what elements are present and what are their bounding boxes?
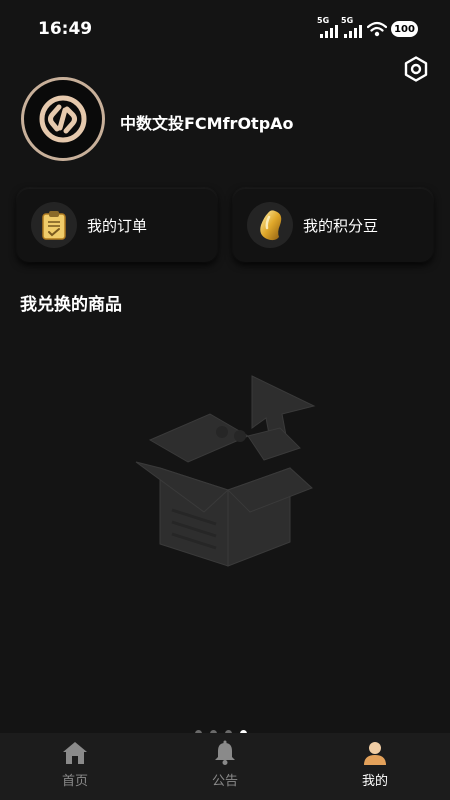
battery-indicator: 100 [391, 21, 418, 37]
status-bar: 16:49 5G 5G 100 [0, 0, 450, 58]
signal-label-2: 5G [341, 16, 354, 25]
nav-item-home[interactable]: 首页 [0, 733, 150, 800]
settings-icon [404, 56, 428, 82]
user-icon [361, 739, 389, 767]
username: 中数文投FCMfrOtpAo [120, 114, 294, 133]
my-orders-card[interactable]: 我的订单 [17, 188, 217, 262]
nav-item-mine[interactable]: 我的 [300, 733, 450, 800]
signal-label: 5G [317, 16, 330, 25]
my-orders-label: 我的订单 [87, 216, 148, 235]
nav-label-notice: 公告 [211, 774, 238, 789]
status-time: 16:49 [38, 19, 93, 39]
status-icons: 5G 5G 100 [317, 16, 418, 38]
nav-label-mine: 我的 [361, 774, 388, 789]
signal-icon: 5G [317, 16, 339, 38]
signal-icon-2: 5G [341, 16, 363, 38]
bell-icon [211, 739, 239, 767]
clipboard-icon [42, 211, 66, 240]
settings-button[interactable] [402, 55, 430, 83]
nav-label-home: 首页 [61, 774, 88, 789]
empty-box-icon [135, 375, 316, 567]
avatar[interactable] [21, 77, 105, 161]
bottom-nav: 首页 公告 我的 [0, 733, 450, 800]
bean-icon [260, 210, 282, 241]
my-orders-icon-wrap [31, 202, 77, 248]
wifi-icon [367, 21, 387, 37]
home-icon [61, 739, 89, 767]
my-beans-label: 我的积分豆 [303, 216, 379, 235]
my-beans-icon-wrap [247, 202, 293, 248]
nav-item-notice[interactable]: 公告 [150, 733, 300, 800]
section-title: 我兑换的商品 [20, 295, 122, 315]
brand-logo-icon [39, 95, 87, 143]
empty-state [130, 370, 320, 570]
my-beans-card[interactable]: 我的积分豆 [233, 188, 433, 262]
